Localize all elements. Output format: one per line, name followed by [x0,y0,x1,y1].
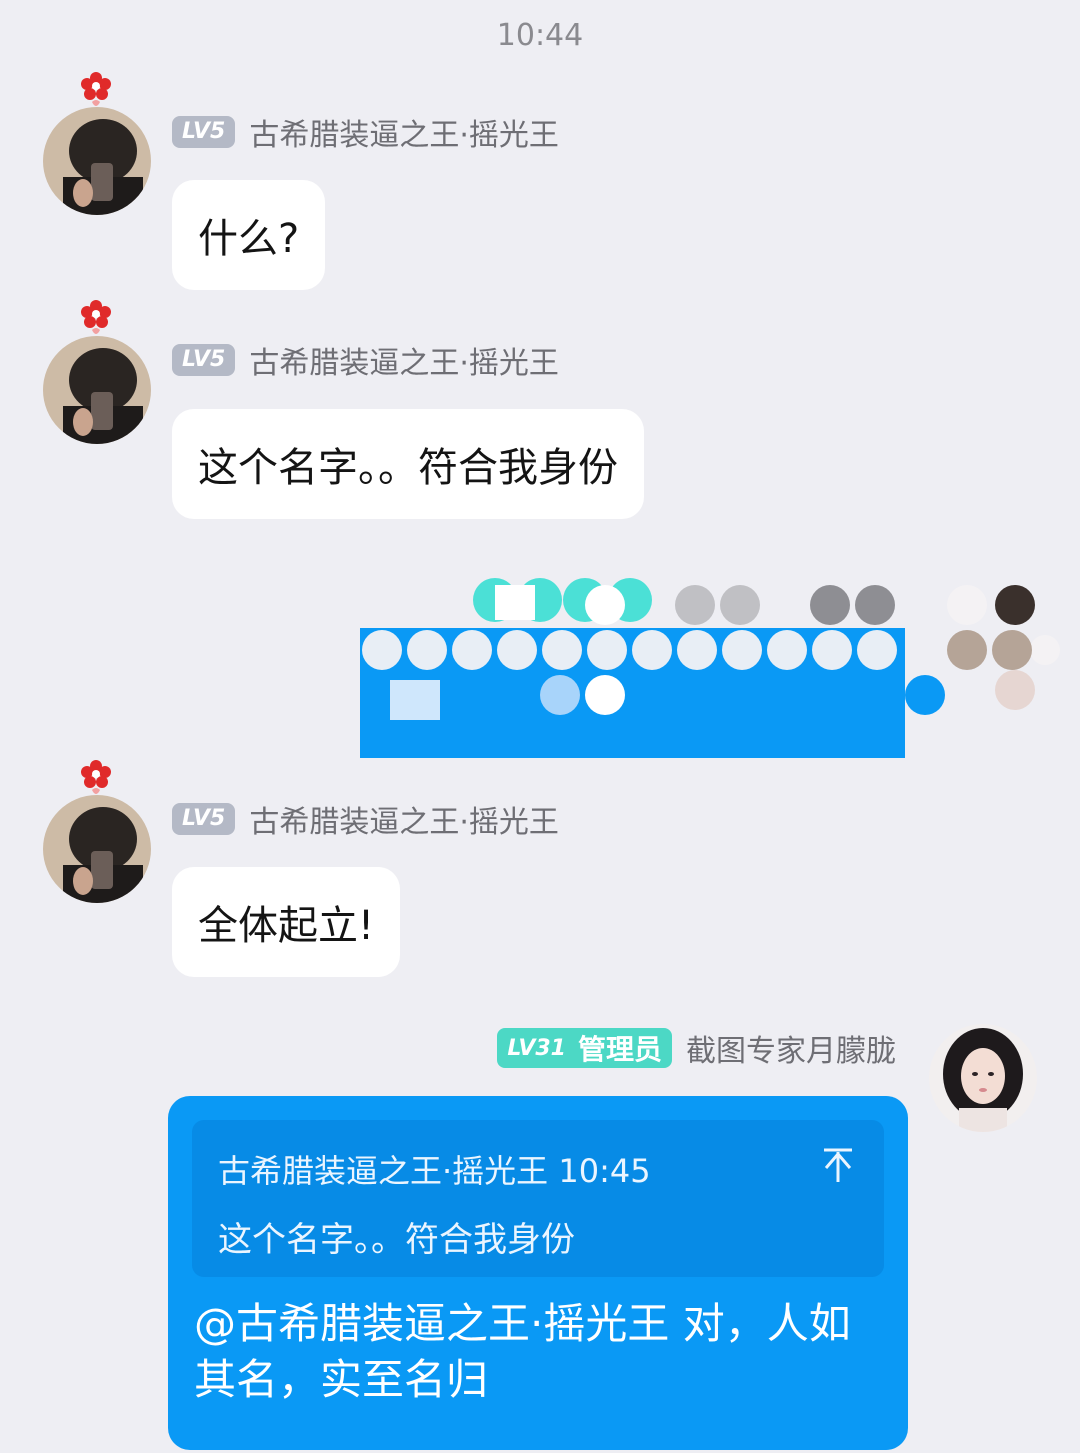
sender-row: LV5 古希腊装逼之王·摇光王 [172,338,559,382]
level-badge: LV5 [172,116,236,148]
message-text: @古希腊装逼之王·摇光王 对，人如其名，实至名归 [194,1299,851,1404]
flower-icon [81,760,111,794]
level-badge: LV5 [172,344,236,376]
sender-name[interactable]: 古希腊装逼之王·摇光王 [249,797,559,841]
self-avatar[interactable] [929,1024,1037,1132]
message-text: 什么? [198,216,300,262]
avatar[interactable] [43,107,151,215]
message-text: 这个名字。。符合我身份 [198,445,618,491]
quote-text: 这个名字。。符合我身份 [218,1220,575,1260]
quoted-message[interactable]: 古希腊装逼之王·摇光王 10:45 这个名字。。符合我身份 [192,1120,884,1277]
quote-header: 古希腊装逼之王·摇光王 10:45 [218,1152,651,1190]
message-text: 全体起立! [198,903,375,949]
flower-icon [81,72,111,106]
role-label: 管理员 [577,1033,662,1066]
sender-row: LV5 古希腊装逼之王·摇光王 [172,110,559,154]
message-bubble[interactable]: 什么? [172,180,326,290]
avatar[interactable] [43,336,151,444]
jump-to-original-icon[interactable] [820,1146,856,1186]
self-message-bubble[interactable]: 古希腊装逼之王·摇光王 10:45 这个名字。。符合我身份 @古希腊装逼之王·摇… [168,1096,908,1450]
timestamp: 10:44 [496,18,584,53]
admin-badge: LV31 管理员 [497,1028,672,1068]
level-badge: LV5 [172,803,236,835]
flower-icon [81,300,111,334]
message-bubble[interactable]: 全体起立! [172,867,401,977]
self-sender-row: LV31 管理员 截图专家月朦胧 [497,1026,896,1070]
message-bubble[interactable]: 这个名字。。符合我身份 [172,409,644,519]
avatar[interactable] [43,795,151,903]
sender-name[interactable]: 古希腊装逼之王·摇光王 [249,110,559,154]
sender-name[interactable]: 古希腊装逼之王·摇光王 [249,338,559,382]
level-tag: LV31 [507,1035,566,1061]
sender-row: LV5 古希腊装逼之王·摇光王 [172,797,559,841]
redacted-message [360,560,1060,760]
self-sender-name[interactable]: 截图专家月朦胧 [686,1026,896,1070]
